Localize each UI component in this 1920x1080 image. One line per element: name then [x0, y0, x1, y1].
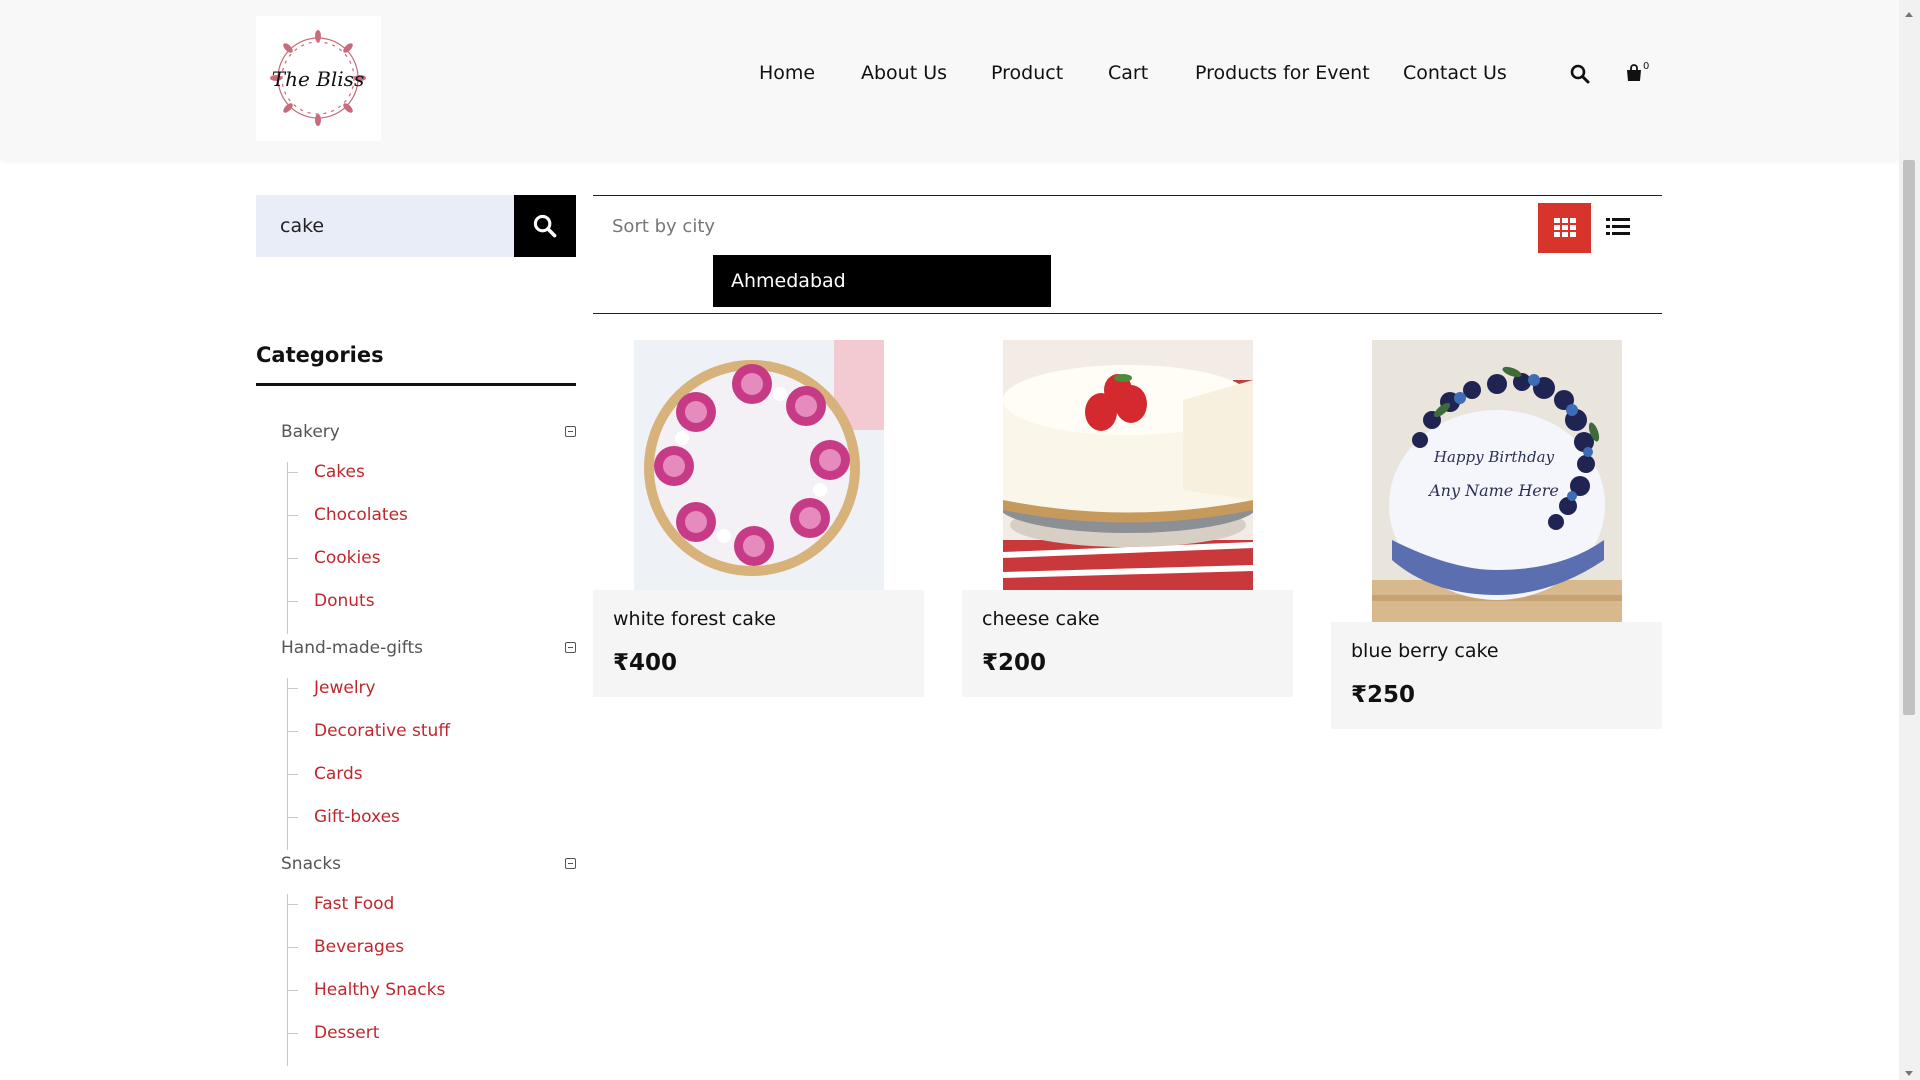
product-price: ₹250: [1351, 682, 1416, 708]
product-name[interactable]: white forest cake: [613, 608, 776, 630]
subcategory-item[interactable]: Healthy Snacks: [288, 980, 576, 1023]
scroll-down-arrow-icon[interactable]: [1903, 1064, 1915, 1076]
cake-inscription-1: Happy Birthday: [1433, 448, 1555, 466]
subcategory-item[interactable]: Fast Food: [288, 894, 576, 937]
category-group-hand-made-gifts: Hand-made-gifts Jewelry Decorative stuff…: [281, 635, 576, 850]
subcategory-item[interactable]: Donuts: [288, 591, 576, 634]
subcategory-item[interactable]: Cakes: [288, 462, 576, 505]
scroll-up-arrow-icon[interactable]: [1903, 4, 1915, 17]
product-info: blue berry cake ₹250: [1331, 622, 1662, 729]
subcategory-item[interactable]: Dessert: [288, 1023, 576, 1066]
collapse-toggle-icon[interactable]: [565, 858, 576, 869]
categories-title: Categories: [256, 343, 384, 367]
category-name[interactable]: Snacks: [281, 851, 576, 877]
floral-wreath-logo-icon: The Bliss: [270, 30, 366, 126]
product-name[interactable]: blue berry cake: [1351, 640, 1499, 662]
logo-text: The Bliss: [272, 67, 364, 91]
category-name[interactable]: Hand-made-gifts: [281, 635, 576, 661]
subcategory-list: Cakes Chocolates Cookies Donuts: [287, 462, 576, 634]
product-price: ₹200: [982, 650, 1047, 676]
category-group-bakery: Bakery Cakes Chocolates Cookies Donuts: [281, 419, 576, 634]
cake-inscription-2: Any Name Here: [1427, 481, 1559, 500]
city-select[interactable]: Ahmedabad: [713, 255, 1051, 307]
brand-logo[interactable]: The Bliss: [256, 16, 381, 141]
toolbar-bottom-border: [593, 313, 1662, 314]
nav-about-us[interactable]: About Us: [861, 62, 947, 84]
subcategory-list: Jewelry Decorative stuff Cards Gift-boxe…: [287, 678, 576, 850]
grid-view-icon: [1553, 218, 1576, 237]
product-info: white forest cake ₹400: [593, 590, 924, 697]
sort-by-city-label: Sort by city: [612, 216, 716, 237]
product-card[interactable]: Happy Birthday Any Name Here blue berry …: [1331, 340, 1662, 730]
collapse-toggle-icon[interactable]: [565, 426, 576, 437]
subcategory-item[interactable]: Jewelry: [288, 678, 576, 721]
subcategory-list: Fast Food Beverages Healthy Snacks Desse…: [287, 894, 576, 1066]
product-image[interactable]: [634, 340, 884, 590]
search-icon: [533, 214, 557, 238]
subcategory-item[interactable]: Decorative stuff: [288, 721, 576, 764]
product-image[interactable]: [1003, 340, 1253, 590]
search-icon[interactable]: [1570, 64, 1590, 88]
shopping-bag-icon[interactable]: [1624, 63, 1644, 87]
nav-products-for-event[interactable]: Products for Event: [1195, 62, 1370, 84]
scrollbar-thumb[interactable]: [1903, 160, 1915, 715]
search-button[interactable]: [514, 195, 576, 257]
subcategory-item[interactable]: Chocolates: [288, 505, 576, 548]
category-group-snacks: Snacks Fast Food Beverages Healthy Snack…: [281, 851, 576, 1066]
category-name[interactable]: Bakery: [281, 419, 576, 445]
list-view-icon: [1606, 218, 1630, 235]
subcategory-item[interactable]: Cookies: [288, 548, 576, 591]
product-search: [256, 195, 576, 257]
list-view-button[interactable]: [1604, 213, 1632, 241]
subcategory-item[interactable]: Beverages: [288, 937, 576, 980]
nav-contact-us[interactable]: Contact Us: [1403, 62, 1507, 84]
categories-divider: [256, 383, 576, 386]
product-card[interactable]: white forest cake ₹400: [593, 340, 924, 697]
grid-view-button[interactable]: [1538, 203, 1591, 253]
nav-cart[interactable]: Cart: [1108, 62, 1148, 84]
subcategory-item[interactable]: Cards: [288, 764, 576, 807]
product-price: ₹400: [613, 650, 678, 676]
toolbar-top-border: [593, 195, 1662, 196]
search-input[interactable]: [256, 195, 514, 257]
product-name[interactable]: cheese cake: [982, 608, 1100, 630]
product-image[interactable]: Happy Birthday Any Name Here: [1372, 340, 1622, 622]
collapse-toggle-icon[interactable]: [565, 642, 576, 653]
site-header: The Bliss Home About Us Product Cart Pro…: [0, 0, 1899, 159]
nav-home[interactable]: Home: [759, 62, 815, 84]
cart-count-badge: 0: [1643, 61, 1650, 72]
product-info: cheese cake ₹200: [962, 590, 1293, 697]
subcategory-item[interactable]: Gift-boxes: [288, 807, 576, 850]
product-card[interactable]: cheese cake ₹200: [962, 340, 1293, 697]
nav-product[interactable]: Product: [991, 62, 1063, 84]
